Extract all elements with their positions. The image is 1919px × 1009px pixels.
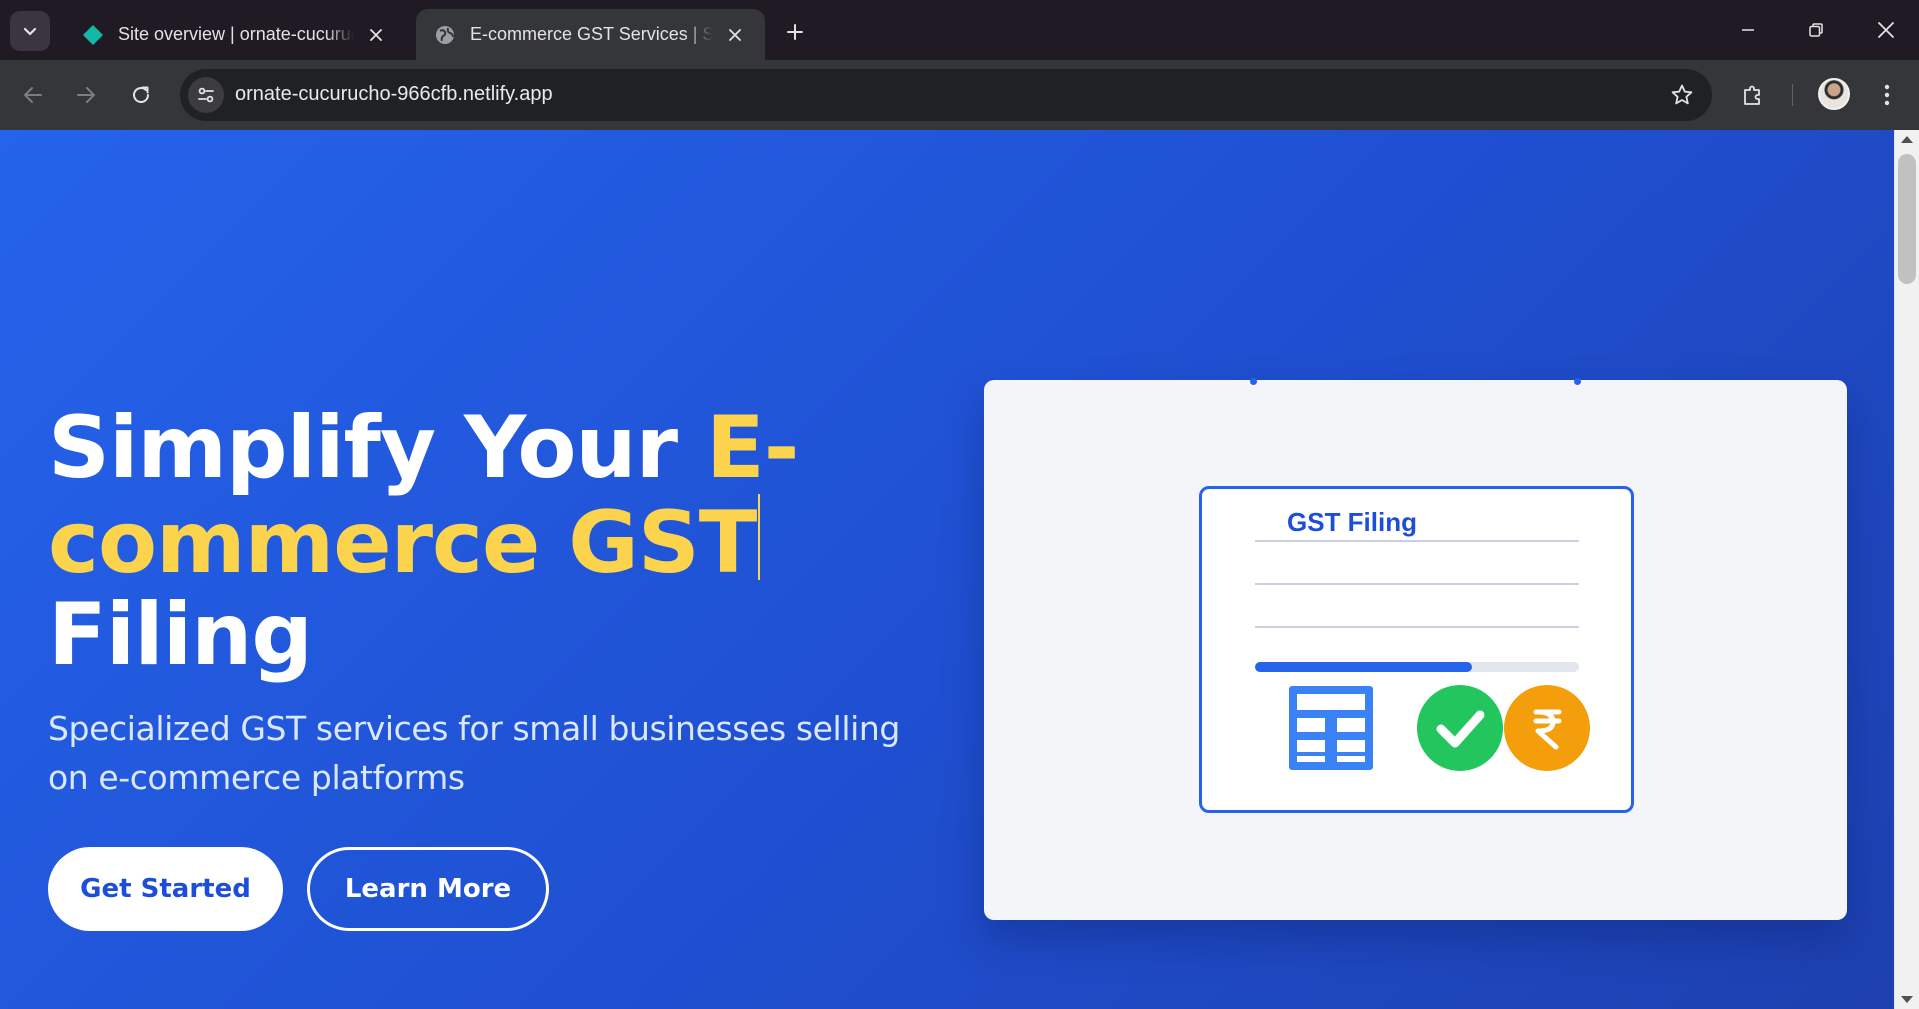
minimize-button[interactable] (1723, 10, 1773, 50)
extensions-button[interactable] (1733, 75, 1773, 115)
tab-search-button[interactable] (10, 11, 50, 51)
vertical-scrollbar[interactable] (1894, 130, 1919, 1009)
tab-title: Site overview | ornate-cucurucho-966cfb (118, 24, 354, 44)
globe-icon (434, 24, 456, 46)
close-tab-icon[interactable] (723, 23, 747, 47)
chevron-down-icon (23, 27, 37, 36)
hero-section: Simplify Your E-commerce GST Filing Speci… (0, 130, 1894, 1009)
close-window-button[interactable] (1861, 10, 1911, 50)
browser-toolbar: ornate-cucurucho-966cfb.netlify.app (0, 60, 1919, 130)
tab-title: E-commerce GST Services | Small Business (470, 24, 713, 44)
bookmark-button[interactable] (1666, 79, 1698, 111)
arrow-left-icon (24, 87, 42, 103)
puzzle-icon (1744, 85, 1760, 105)
restore-button[interactable] (1791, 10, 1841, 50)
rupee-icon (1504, 685, 1590, 771)
gst-document-illustration: GST Filing (1199, 486, 1634, 813)
more-vert-icon (1884, 84, 1890, 106)
forward-button[interactable] (66, 75, 106, 115)
toolbar-separator (1792, 84, 1793, 106)
document-line (1255, 540, 1579, 542)
browser-menu-button[interactable] (1867, 75, 1907, 115)
profile-avatar[interactable] (1818, 78, 1850, 110)
filing-progress-bar (1255, 662, 1579, 672)
plus-icon (787, 24, 803, 40)
document-line (1255, 583, 1579, 585)
document-title: GST Filing (1287, 507, 1417, 537)
card-pin-dot (1574, 378, 1581, 385)
new-tab-button[interactable] (779, 16, 811, 48)
page-viewport: Simplify Your E-commerce GST Filing Speci… (0, 130, 1919, 1009)
document-line (1255, 626, 1579, 628)
restore-icon (1809, 23, 1823, 37)
back-button[interactable] (13, 75, 53, 115)
card-pin-dot (1250, 378, 1257, 385)
learn-more-button[interactable]: Learn More (307, 847, 549, 931)
calculator-icon (1289, 686, 1373, 770)
typing-caret (758, 494, 761, 580)
tune-icon (198, 87, 214, 103)
arrow-right-icon (77, 87, 95, 103)
address-bar[interactable]: ornate-cucurucho-966cfb.netlify.app (180, 69, 1712, 121)
minimize-icon (1742, 29, 1754, 31)
scroll-up-arrow-icon[interactable] (1901, 136, 1913, 143)
checkmark-icon (1417, 685, 1503, 771)
scrollbar-thumb[interactable] (1898, 154, 1916, 284)
hero-title: Simplify Your E-commerce GST Filing (48, 402, 808, 681)
star-icon (1671, 84, 1693, 105)
url-text[interactable]: ornate-cucurucho-966cfb.netlify.app (235, 83, 553, 106)
browser-tab-strip: Site overview | ornate-cucurucho-966cfb … (0, 0, 1919, 60)
get-started-button[interactable]: Get Started (48, 847, 283, 931)
hero-title-part1: Simplify Your (48, 398, 707, 498)
reload-icon (133, 86, 149, 103)
hero-subtitle: Specialized GST services for small busin… (48, 709, 900, 797)
browser-tab-ecommerce-gst[interactable]: E-commerce GST Services | Small Business (416, 9, 765, 60)
netlify-diamond-icon (82, 24, 104, 46)
hero-title-part2: Filing (48, 585, 313, 685)
scroll-down-arrow-icon[interactable] (1901, 996, 1913, 1003)
reload-button[interactable] (121, 75, 161, 115)
filing-progress-fill (1255, 662, 1473, 672)
close-icon (1878, 22, 1894, 38)
close-tab-icon[interactable] (364, 23, 388, 47)
site-info-button[interactable] (188, 77, 224, 113)
browser-tab-site-overview[interactable]: Site overview | ornate-cucurucho-966cfb (64, 9, 406, 60)
illustration-card: GST Filing (984, 378, 1847, 920)
